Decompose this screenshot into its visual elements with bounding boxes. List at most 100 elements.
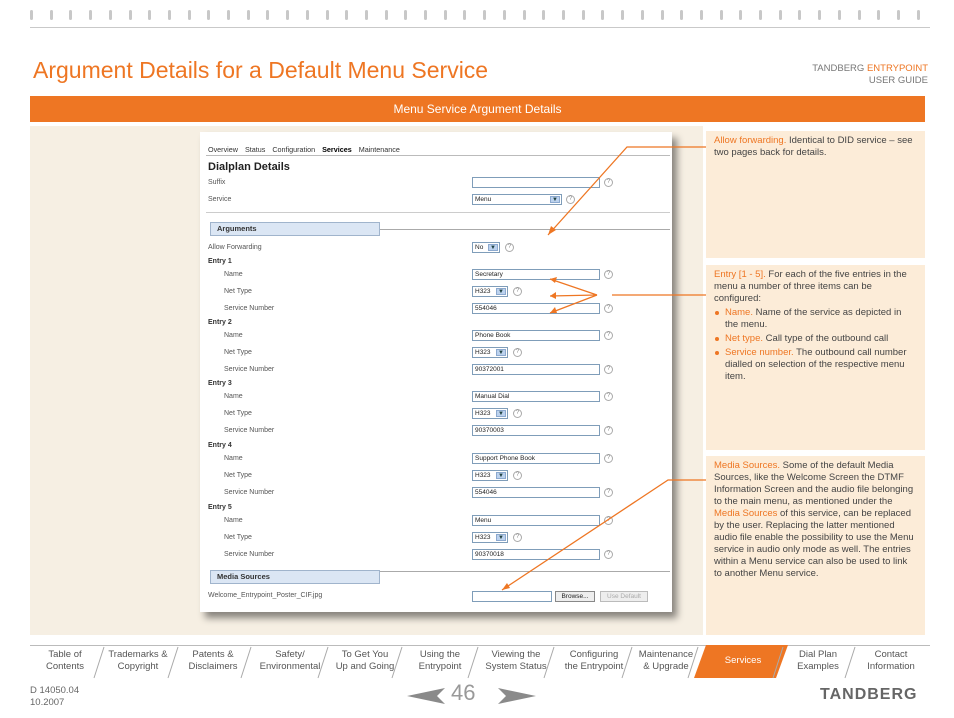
tab-to-get-you[interactable]: To Get You Up and Going — [325, 649, 405, 673]
tab-line-2: System Status — [485, 661, 547, 672]
tab-safety-[interactable]: Safety/Environmental — [250, 649, 330, 673]
help-icon[interactable]: ? — [604, 454, 613, 463]
nav-services[interactable]: Services — [322, 145, 352, 154]
service-help-icon[interactable]: ? — [566, 195, 575, 204]
tab-line-2: Disclaimers — [188, 661, 238, 672]
tab-services[interactable]: Services — [703, 655, 783, 667]
net-type-label: Net Type — [224, 534, 252, 541]
nav-overview[interactable]: Overview — [208, 145, 238, 154]
name-input[interactable]: Phone Book — [472, 330, 600, 341]
help-icon[interactable]: ? — [513, 409, 522, 418]
allow-forwarding-label: Allow Forwarding — [208, 244, 262, 251]
tab-dial-plan[interactable]: Dial Plan Examples — [778, 649, 858, 673]
net-type-select[interactable]: H323 ▼ — [472, 286, 508, 297]
media-sources-title: Media Sources — [210, 570, 380, 584]
help-icon[interactable]: ? — [604, 365, 613, 374]
help-icon[interactable]: ? — [513, 287, 522, 296]
tab-line-2: Up and Going — [335, 661, 395, 672]
name-value: Phone Book — [475, 332, 511, 339]
name-value: Secretary — [475, 271, 503, 278]
help-icon[interactable]: ? — [604, 304, 613, 313]
suffix-help-icon[interactable]: ? — [604, 178, 613, 187]
page-title: Argument Details for a Default Menu Serv… — [33, 57, 489, 83]
tab-line-2: Information — [867, 661, 915, 672]
allow-forwarding-value: No — [475, 244, 484, 251]
nav-configuration[interactable]: Configuration — [272, 145, 315, 154]
service-number-value: 90372001 — [475, 366, 504, 373]
chevron-down-icon: ▼ — [550, 196, 560, 203]
tab-maintenance[interactable]: Maintenance & Upgrade — [626, 649, 706, 673]
net-type-select[interactable]: H323 ▼ — [472, 470, 508, 481]
name-input[interactable]: Secretary — [472, 269, 600, 280]
next-page-icon[interactable] — [498, 688, 536, 704]
tab-viewing-the[interactable]: Viewing the System Status — [476, 649, 556, 673]
entry-title-label: Entry 2 — [208, 319, 232, 326]
tab-line-1: To Get You — [341, 649, 389, 660]
arguments-section-title: Arguments — [210, 222, 380, 236]
tab-line-1: Patents & — [192, 649, 234, 660]
name-input[interactable]: Menu — [472, 515, 600, 526]
net-type-select[interactable]: H323 ▼ — [472, 532, 508, 543]
allow-forwarding-help-icon[interactable]: ? — [505, 243, 514, 252]
help-icon[interactable]: ? — [604, 516, 613, 525]
tab-trademarks-[interactable]: Trademarks & Copyright — [98, 649, 178, 673]
tab-line-2: the Entrypoint — [564, 661, 624, 672]
entry-title-label: Entry 4 — [208, 442, 232, 449]
tab-patents-[interactable]: Patents & Disclaimers — [173, 649, 253, 673]
previous-page-icon[interactable] — [407, 688, 445, 704]
tab-line-2: Contents — [45, 661, 85, 672]
net-type-value: H323 — [475, 288, 491, 295]
help-icon[interactable]: ? — [604, 426, 613, 435]
bullet-service-number: Service number. The outbound call number… — [714, 347, 917, 383]
nav-maintenance[interactable]: Maintenance — [359, 145, 400, 154]
tab-line-1: Maintenance — [638, 649, 694, 660]
name-input[interactable]: Support Phone Book — [472, 453, 600, 464]
divider — [380, 571, 670, 572]
bullet-head: Net type. — [725, 333, 764, 344]
media-file-input[interactable] — [472, 591, 552, 602]
name-input[interactable]: Manual Dial — [472, 391, 600, 402]
dialplan-screenshot: Overview Status Configuration Services M… — [200, 132, 672, 612]
divider — [380, 229, 670, 230]
use-default-button[interactable]: Use Default — [600, 591, 648, 602]
service-number-value: 90370018 — [475, 551, 504, 558]
help-icon[interactable]: ? — [604, 550, 613, 559]
page-number: 46 — [451, 680, 476, 705]
help-icon[interactable]: ? — [604, 488, 613, 497]
browse-button[interactable]: Browse... — [555, 591, 595, 602]
service-number-label: Service Number — [224, 366, 275, 373]
note-head: Media Sources. — [714, 460, 781, 471]
service-select[interactable]: Menu ▼ — [472, 194, 562, 205]
tab-line-1: Configuring — [569, 649, 619, 660]
net-type-select[interactable]: H323 ▼ — [472, 347, 508, 358]
net-type-value: H323 — [475, 349, 491, 356]
allow-forwarding-select[interactable]: No ▼ — [472, 242, 500, 253]
tab-table-of[interactable]: Table of Contents — [25, 649, 105, 673]
service-number-input[interactable]: 90372001 — [472, 364, 600, 375]
name-value: Support Phone Book — [475, 455, 535, 462]
media-sources-link[interactable]: Media Sources — [714, 508, 777, 519]
nav-status[interactable]: Status — [245, 145, 265, 154]
help-icon[interactable]: ? — [513, 471, 522, 480]
tab-line-2: & Upgrade — [643, 661, 689, 672]
tab-line-2: Environmental — [259, 661, 321, 672]
service-number-input[interactable]: 554046 — [472, 303, 600, 314]
help-icon[interactable]: ? — [604, 392, 613, 401]
service-number-value: 90370003 — [475, 427, 504, 434]
service-number-input[interactable]: 554046 — [472, 487, 600, 498]
media-file-label: Welcome_Entrypoint_Poster_CIF.jpg — [208, 592, 323, 599]
tab-using-the[interactable]: Using the Entrypoint — [400, 649, 480, 673]
tab-configuring[interactable]: Configuring the Entrypoint — [554, 649, 634, 673]
service-number-input[interactable]: 90370018 — [472, 549, 600, 560]
net-type-select[interactable]: H323 ▼ — [472, 408, 508, 419]
net-type-label: Net Type — [224, 349, 252, 356]
help-icon[interactable]: ? — [513, 533, 522, 542]
help-icon[interactable]: ? — [604, 331, 613, 340]
suffix-input[interactable] — [472, 177, 600, 188]
entry-title-label: Entry 1 — [208, 258, 232, 265]
tab-line-1: Trademarks & — [108, 649, 168, 660]
tab-contact[interactable]: Contact Information — [851, 649, 931, 673]
help-icon[interactable]: ? — [513, 348, 522, 357]
service-number-input[interactable]: 90370003 — [472, 425, 600, 436]
help-icon[interactable]: ? — [604, 270, 613, 279]
